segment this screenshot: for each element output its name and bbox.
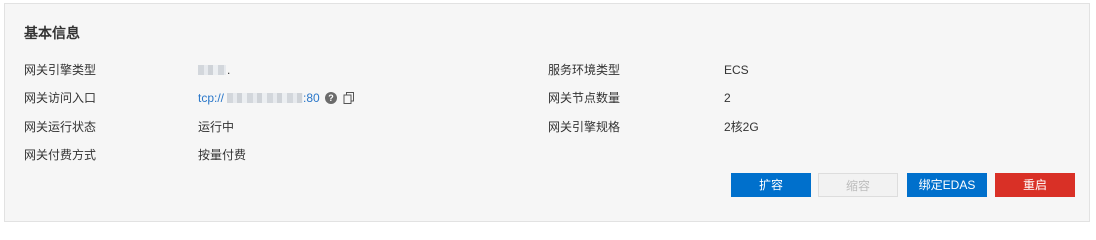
help-icon[interactable]: ? bbox=[325, 92, 337, 104]
bind-edas-button[interactable]: 绑定EDAS bbox=[907, 173, 987, 197]
engine-spec-label: 网关引擎规格 bbox=[548, 120, 621, 134]
billing-method-value: 按量付费 bbox=[198, 148, 247, 162]
env-type-value: ECS bbox=[724, 63, 749, 77]
copy-icon[interactable] bbox=[343, 92, 355, 104]
section-title: 基本信息 bbox=[24, 25, 80, 41]
run-status-value: 运行中 bbox=[198, 120, 235, 134]
engine-type-label: 网关引擎类型 bbox=[24, 63, 97, 77]
access-entry-masked-host bbox=[227, 93, 303, 103]
shrink-button[interactable]: 缩容 bbox=[818, 173, 898, 197]
node-count-value: 2 bbox=[724, 91, 731, 105]
restart-button[interactable]: 重启 bbox=[995, 173, 1075, 197]
access-entry-link[interactable]: tcp:// bbox=[198, 90, 224, 106]
engine-type-value: . bbox=[227, 63, 231, 77]
expand-button[interactable]: 扩容 bbox=[731, 173, 811, 197]
engine-spec-value: 2核2G bbox=[724, 120, 759, 134]
billing-method-label: 网关付费方式 bbox=[24, 148, 97, 162]
basic-info-panel: 基本信息 网关引擎类型 . 网关访问入口 tcp:// :80 ? 网关运行状态… bbox=[4, 3, 1090, 222]
engine-type-masked-value bbox=[198, 65, 226, 75]
run-status-label: 网关运行状态 bbox=[24, 120, 97, 134]
access-entry-port[interactable]: :80 bbox=[303, 90, 320, 106]
access-entry-prefix: tcp:// bbox=[198, 91, 225, 105]
env-type-label: 服务环境类型 bbox=[548, 63, 621, 77]
access-entry-label: 网关访问入口 bbox=[24, 91, 97, 105]
node-count-label: 网关节点数量 bbox=[548, 91, 621, 105]
